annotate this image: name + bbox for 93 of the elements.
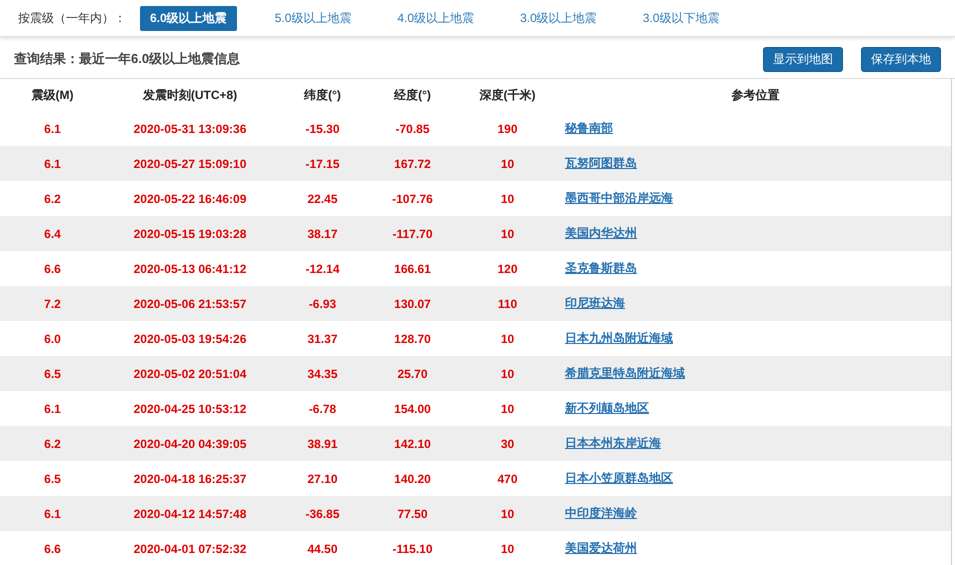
table-cell: 2020-05-06 21:53:57 bbox=[105, 286, 275, 321]
table-cell: 166.61 bbox=[370, 251, 455, 286]
table-cell: -115.10 bbox=[370, 531, 455, 565]
table-cell: 25.70 bbox=[370, 356, 455, 391]
location-link[interactable]: 新不列颠岛地区 bbox=[565, 401, 649, 415]
table-cell: 2020-05-13 06:41:12 bbox=[105, 251, 275, 286]
table-cell: 6.1 bbox=[0, 111, 105, 146]
table-cell: 77.50 bbox=[370, 496, 455, 531]
location-link[interactable]: 秘鲁南部 bbox=[565, 121, 613, 135]
location-link[interactable]: 日本小笠原群岛地区 bbox=[565, 471, 673, 485]
table-cell: 2020-05-31 13:09:36 bbox=[105, 111, 275, 146]
location-link[interactable]: 印尼班达海 bbox=[565, 296, 625, 310]
table-cell: 120 bbox=[455, 251, 560, 286]
filter-label: 按震级（一年内）： bbox=[18, 10, 126, 26]
table-cell: 6.4 bbox=[0, 216, 105, 251]
table-cell: 10 bbox=[455, 216, 560, 251]
magnitude-tab[interactable]: 6.0级以上地震 bbox=[140, 6, 237, 30]
table-cell: 6.1 bbox=[0, 391, 105, 426]
table-cell: 2020-05-03 19:54:26 bbox=[105, 321, 275, 356]
table-cell: -70.85 bbox=[370, 111, 455, 146]
location-link[interactable]: 墨西哥中部沿岸远海 bbox=[565, 191, 673, 205]
column-header: 纬度(°) bbox=[302, 86, 342, 104]
magnitude-tab[interactable]: 4.0级以上地震 bbox=[389, 6, 482, 30]
table-cell: 38.17 bbox=[275, 216, 370, 251]
table-cell: 2020-04-01 07:52:32 bbox=[105, 531, 275, 565]
action-button[interactable]: 保存到本地 bbox=[861, 46, 941, 72]
table-cell: 6.5 bbox=[0, 461, 105, 496]
magnitude-tab[interactable]: 5.0级以上地震 bbox=[266, 6, 360, 30]
table-cell: -36.85 bbox=[275, 496, 370, 531]
column-header: 发震时刻(UTC+8) bbox=[142, 86, 238, 104]
location-link[interactable]: 美国内华达州 bbox=[565, 226, 637, 240]
location-link[interactable]: 中印度洋海岭 bbox=[565, 506, 637, 520]
table-cell: -117.70 bbox=[370, 216, 455, 251]
table-cell: 38.91 bbox=[275, 426, 370, 461]
table-cell: 2020-04-20 04:39:05 bbox=[105, 426, 275, 461]
column-header: 深度(千米) bbox=[478, 86, 536, 104]
location-link[interactable]: 希腊克里特岛附近海域 bbox=[565, 366, 685, 380]
table-cell: 130.07 bbox=[370, 286, 455, 321]
table-cell: 10 bbox=[455, 391, 560, 426]
location-link[interactable]: 美国爱达荷州 bbox=[565, 541, 637, 555]
table-cell: 6.2 bbox=[0, 426, 105, 461]
table-cell: 2020-05-22 16:46:09 bbox=[105, 181, 275, 216]
location-link[interactable]: 瓦努阿图群岛 bbox=[565, 156, 637, 170]
location-link[interactable]: 圣克鲁斯群岛 bbox=[565, 261, 637, 275]
result-title: 查询结果：最近一年6.0级以上地震信息 bbox=[14, 50, 242, 68]
table-cell: -15.30 bbox=[275, 111, 370, 146]
table-cell: -12.14 bbox=[275, 251, 370, 286]
table-cell: 2020-04-18 16:25:37 bbox=[105, 461, 275, 496]
table-cell: 22.45 bbox=[275, 181, 370, 216]
table-cell: 27.10 bbox=[275, 461, 370, 496]
table-cell: 6.5 bbox=[0, 356, 105, 391]
table-cell: 10 bbox=[455, 181, 560, 216]
table-cell: 110 bbox=[455, 286, 560, 321]
table-cell: 10 bbox=[455, 321, 560, 356]
table-cell: 6.2 bbox=[0, 181, 105, 216]
table-cell: -6.93 bbox=[275, 286, 370, 321]
table-cell: 190 bbox=[455, 111, 560, 146]
table-cell: 128.70 bbox=[370, 321, 455, 356]
column-header: 震级(M) bbox=[30, 86, 74, 104]
action-button[interactable]: 显示到地图 bbox=[763, 46, 843, 72]
table-cell: 142.10 bbox=[370, 426, 455, 461]
table-cell: 44.50 bbox=[275, 531, 370, 565]
table-cell: -6.78 bbox=[275, 391, 370, 426]
table-cell: 10 bbox=[455, 356, 560, 391]
table-cell: 6.1 bbox=[0, 146, 105, 181]
table-cell: 31.37 bbox=[275, 321, 370, 356]
table-cell: 140.20 bbox=[370, 461, 455, 496]
column-header: 参考位置 bbox=[560, 79, 951, 111]
table-cell: 7.2 bbox=[0, 286, 105, 321]
magnitude-tab[interactable]: 3.0级以上地震 bbox=[512, 6, 605, 30]
location-link[interactable]: 日本本州东岸近海 bbox=[565, 436, 661, 450]
table-cell: 2020-04-12 14:57:48 bbox=[105, 496, 275, 531]
table-cell: 154.00 bbox=[370, 391, 455, 426]
column-header: 经度(°) bbox=[392, 86, 432, 104]
table-cell: -107.76 bbox=[370, 181, 455, 216]
table-cell: 6.1 bbox=[0, 496, 105, 531]
table-cell: 6.6 bbox=[0, 531, 105, 565]
table-cell: 10 bbox=[455, 496, 560, 531]
table-cell: 2020-05-02 20:51:04 bbox=[105, 356, 275, 391]
table-cell: 6.6 bbox=[0, 251, 105, 286]
location-link[interactable]: 日本九州岛附近海域 bbox=[565, 331, 673, 345]
magnitude-tab[interactable]: 3.0级以下地震 bbox=[634, 6, 728, 30]
table-cell: 2020-04-25 10:53:12 bbox=[105, 391, 275, 426]
table-cell: -17.15 bbox=[275, 146, 370, 181]
table-cell: 2020-05-27 15:09:10 bbox=[105, 146, 275, 181]
table-cell: 6.0 bbox=[0, 321, 105, 356]
table-cell: 10 bbox=[455, 146, 560, 181]
table-cell: 34.35 bbox=[275, 356, 370, 391]
table-cell: 2020-05-15 19:03:28 bbox=[105, 216, 275, 251]
table-cell: 10 bbox=[455, 531, 560, 565]
table-cell: 470 bbox=[455, 461, 560, 496]
table-cell: 167.72 bbox=[370, 146, 455, 181]
table-cell: 30 bbox=[455, 426, 560, 461]
